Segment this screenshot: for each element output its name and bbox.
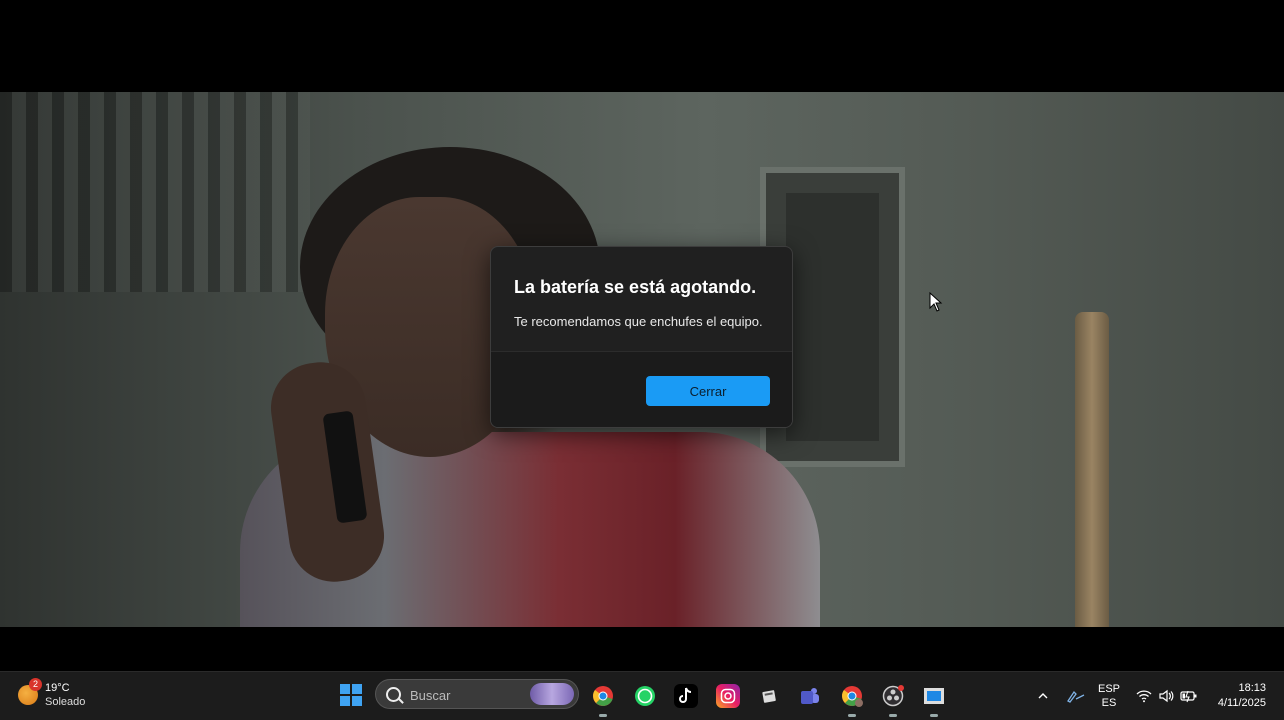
sun-icon: 2: [18, 678, 42, 705]
weather-temperature: 19°C: [45, 682, 70, 694]
volume-icon[interactable]: [1158, 689, 1174, 703]
search-placeholder: Buscar: [410, 688, 451, 703]
clock-date: 4/11/2025: [1217, 697, 1266, 709]
background-pole: [1075, 312, 1109, 627]
chrome-profile-icon[interactable]: [840, 684, 864, 717]
weather-condition: Soleado: [45, 696, 86, 708]
mouse-pointer-icon: [929, 292, 943, 312]
search-icon: [386, 687, 401, 702]
search-highlight-image: [530, 683, 574, 705]
dialog-title: La batería se está agotando.: [514, 277, 757, 297]
chrome-icon[interactable]: [591, 684, 615, 717]
notification-badge: 2: [29, 678, 42, 691]
tiktok-icon[interactable]: [674, 684, 698, 708]
windows-logo-icon: [340, 684, 350, 694]
input-language-indicator[interactable]: ESP ES: [1098, 682, 1120, 710]
start-button[interactable]: [340, 684, 362, 706]
dialog-footer: Cerrar: [491, 351, 792, 427]
search-box[interactable]: Buscar: [375, 679, 579, 709]
wifi-icon[interactable]: [1136, 689, 1152, 703]
taskbar: 2 19°C Soleado Buscar ESP ES 18:13 4/11/…: [0, 671, 1284, 720]
app-window-icon[interactable]: [922, 684, 946, 717]
dialog-message: Te recomendamos que enchufes el equipo.: [514, 314, 763, 329]
background-wall: [0, 92, 310, 292]
battery-warning-dialog: La batería se está agotando. Te recomend…: [490, 246, 793, 428]
obs-icon[interactable]: [881, 684, 905, 717]
pen-input-icon[interactable]: [1064, 687, 1086, 705]
clock[interactable]: 18:13 4/11/2025: [1218, 681, 1266, 711]
clock-time: 18:13: [1238, 682, 1266, 694]
teams-icon[interactable]: [798, 684, 822, 708]
whatsapp-icon[interactable]: [633, 684, 657, 708]
battery-icon[interactable]: [1180, 689, 1198, 703]
close-button[interactable]: Cerrar: [646, 376, 770, 406]
files-icon[interactable]: [757, 684, 781, 708]
instagram-icon[interactable]: [716, 684, 740, 708]
system-tray: ESP ES: [1036, 672, 1198, 720]
chevron-up-icon[interactable]: [1036, 689, 1050, 703]
weather-widget[interactable]: 2 19°C Soleado: [18, 678, 86, 709]
